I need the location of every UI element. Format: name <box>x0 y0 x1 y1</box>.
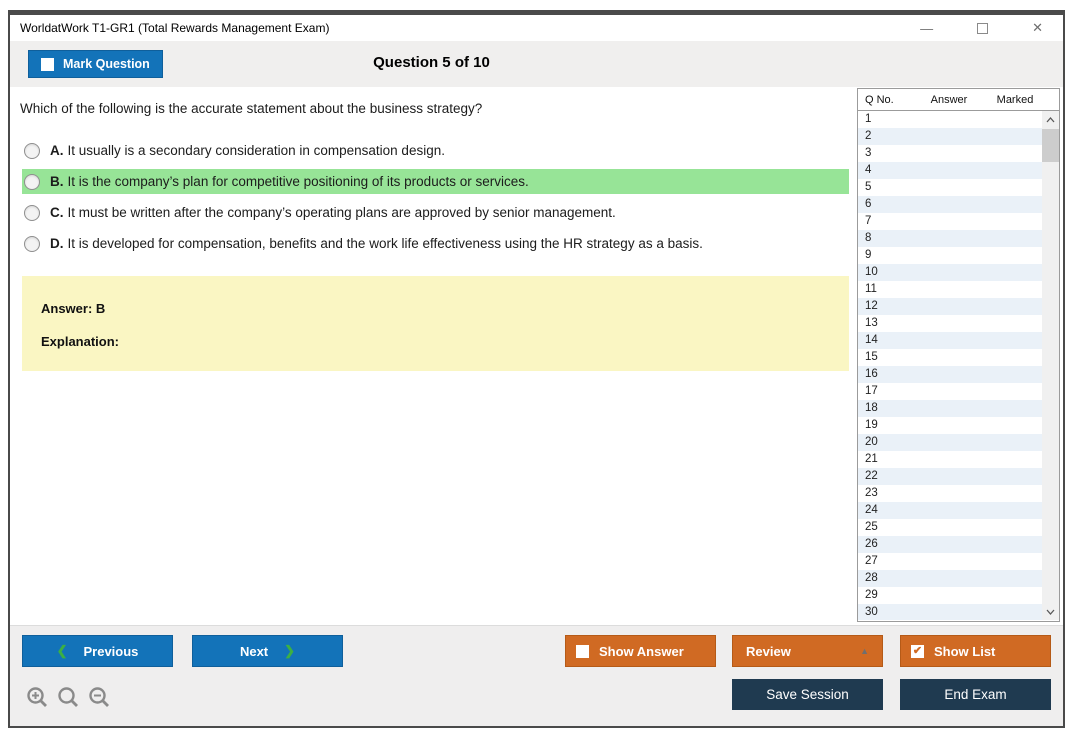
answer-value: Answer: B <box>41 301 106 316</box>
question-list-row[interactable]: 27 <box>858 553 1042 570</box>
show-list-label: Show List <box>934 643 996 659</box>
scroll-down-icon[interactable] <box>1042 603 1059 620</box>
save-session-button[interactable]: Save Session <box>732 679 883 710</box>
zoom-in-icon[interactable] <box>26 686 49 709</box>
option-row-a[interactable]: A. It usually is a secondary consideratio… <box>22 138 849 163</box>
next-label: Next <box>239 643 269 659</box>
question-list-row[interactable]: 10 <box>858 264 1042 281</box>
chevron-left-icon: ❮ <box>56 643 68 658</box>
question-text: Which of the following is the accurate s… <box>20 101 483 116</box>
save-session-label: Save Session <box>766 687 849 702</box>
question-list-row[interactable]: 22 <box>858 468 1042 485</box>
option-row-d[interactable]: D. It is developed for compensation, bene… <box>22 231 849 256</box>
window-title: WorldatWork T1-GR1 (Total Rewards Manage… <box>20 21 330 35</box>
question-list-row[interactable]: 29 <box>858 587 1042 604</box>
option-letter: B. <box>50 174 64 189</box>
minimize-icon[interactable]: — <box>920 21 933 36</box>
question-list-body: 1 2 3 4 5 6 7 8 9 10 11 12 13 14 15 16 17 18 19 20 21 22 23 24 2… <box>858 111 1059 620</box>
option-letter: C. <box>50 205 64 220</box>
question-list-row[interactable]: 20 <box>858 434 1042 451</box>
window-controls: — ✕ <box>920 20 1063 36</box>
question-list-panel: Q No. Answer Marked 1 2 3 4 5 6 7 8 9 10 11 12 13 14 1… <box>857 88 1060 622</box>
previous-button[interactable]: ❮ Previous <box>22 635 173 667</box>
question-list-row[interactable]: 17 <box>858 383 1042 400</box>
question-list-row[interactable]: 24 <box>858 502 1042 519</box>
question-list-row[interactable]: 28 <box>858 570 1042 587</box>
question-list-row[interactable]: 15 <box>858 349 1042 366</box>
question-list-row[interactable]: 3 <box>858 145 1042 162</box>
option-letter: A. <box>50 143 64 158</box>
caret-up-icon: ▲ <box>860 646 869 656</box>
question-list-row[interactable]: 1 <box>858 111 1042 128</box>
radio-button-icon[interactable] <box>24 204 40 221</box>
close-icon[interactable]: ✕ <box>1032 20 1043 36</box>
question-list-row[interactable]: 8 <box>858 230 1042 247</box>
question-list-row[interactable]: 23 <box>858 485 1042 502</box>
radio-button-icon[interactable] <box>24 142 40 159</box>
question-list-header: Q No. Answer Marked <box>858 89 1059 111</box>
question-counter: Question 5 of 10 <box>373 54 490 71</box>
footer-bar: ❮ Previous Next ❯ Show Answer Review ▲ ✔… <box>10 625 1063 726</box>
maximize-icon[interactable] <box>977 22 989 34</box>
question-list-scrollbar[interactable] <box>1042 111 1059 620</box>
question-list-row[interactable]: 21 <box>858 451 1042 468</box>
show-list-checkbox[interactable]: ✔ <box>911 644 924 658</box>
next-button[interactable]: Next ❯ <box>192 635 343 667</box>
option-text: It is developed for compensation, benefi… <box>67 236 703 251</box>
options-list: A. It usually is a secondary consideratio… <box>22 138 849 262</box>
question-list-row[interactable]: 13 <box>858 315 1042 332</box>
header-answer: Answer <box>930 93 968 106</box>
scroll-up-icon[interactable] <box>1042 111 1059 128</box>
answer-panel: Answer: B Explanation: <box>22 276 849 371</box>
question-list-rows: 1 2 3 4 5 6 7 8 9 10 11 12 13 14 15 16 17 18 19 20 21 22 23 24 2… <box>858 111 1042 620</box>
question-list-row[interactable]: 25 <box>858 519 1042 536</box>
app-window: WorldatWork T1-GR1 (Total Rewards Manage… <box>8 10 1065 728</box>
header-qno: Q No. <box>865 93 894 106</box>
question-list-row[interactable]: 4 <box>858 162 1042 179</box>
question-list-row[interactable]: 6 <box>858 196 1042 213</box>
question-list-row[interactable]: 5 <box>858 179 1042 196</box>
option-text: It usually is a secondary consideration … <box>67 143 445 158</box>
show-answer-button[interactable]: Show Answer <box>565 635 716 667</box>
option-text: It must be written after the company’s o… <box>67 205 616 220</box>
question-list-row[interactable]: 19 <box>858 417 1042 434</box>
option-row-c[interactable]: C. It must be written after the company’s… <box>22 200 849 225</box>
question-list-row[interactable]: 26 <box>858 536 1042 553</box>
end-exam-button[interactable]: End Exam <box>900 679 1051 710</box>
explanation-label: Explanation: <box>41 334 120 349</box>
title-bar: WorldatWork T1-GR1 (Total Rewards Manage… <box>10 15 1063 41</box>
question-list-row[interactable]: 12 <box>858 298 1042 315</box>
option-text: It is the company’s plan for competitive… <box>67 174 529 189</box>
scrollbar-thumb[interactable] <box>1042 129 1059 162</box>
show-answer-checkbox[interactable] <box>576 644 589 658</box>
question-list-row[interactable]: 18 <box>858 400 1042 417</box>
chevron-right-icon: ❯ <box>284 643 296 658</box>
radio-button-icon[interactable] <box>24 235 40 252</box>
question-list-row[interactable]: 16 <box>858 366 1042 383</box>
previous-label: Previous <box>83 643 139 659</box>
question-list-row[interactable]: 11 <box>858 281 1042 298</box>
end-exam-label: End Exam <box>944 687 1007 702</box>
radio-button-icon[interactable] <box>24 173 40 190</box>
question-list-row[interactable]: 9 <box>858 247 1042 264</box>
zoom-reset-icon[interactable] <box>57 686 80 709</box>
toolbar: Mark Question Question 5 of 10 <box>10 41 1063 87</box>
show-answer-label: Show Answer <box>599 643 684 659</box>
check-icon: ✔ <box>912 644 923 657</box>
question-list-row[interactable]: 30 <box>858 604 1042 620</box>
question-list-row[interactable]: 7 <box>858 213 1042 230</box>
question-list-row[interactable]: 14 <box>858 332 1042 349</box>
zoom-controls <box>26 686 111 709</box>
review-dropdown-button[interactable]: Review ▲ <box>732 635 883 667</box>
option-letter: D. <box>50 236 64 251</box>
option-row-b[interactable]: B. It is the company’s plan for competiti… <box>22 169 849 194</box>
zoom-out-icon[interactable] <box>88 686 111 709</box>
review-label: Review <box>746 643 791 659</box>
header-marked: Marked <box>996 93 1034 106</box>
question-list-row[interactable]: 2 <box>858 128 1042 145</box>
show-list-button[interactable]: ✔ Show List <box>900 635 1051 667</box>
